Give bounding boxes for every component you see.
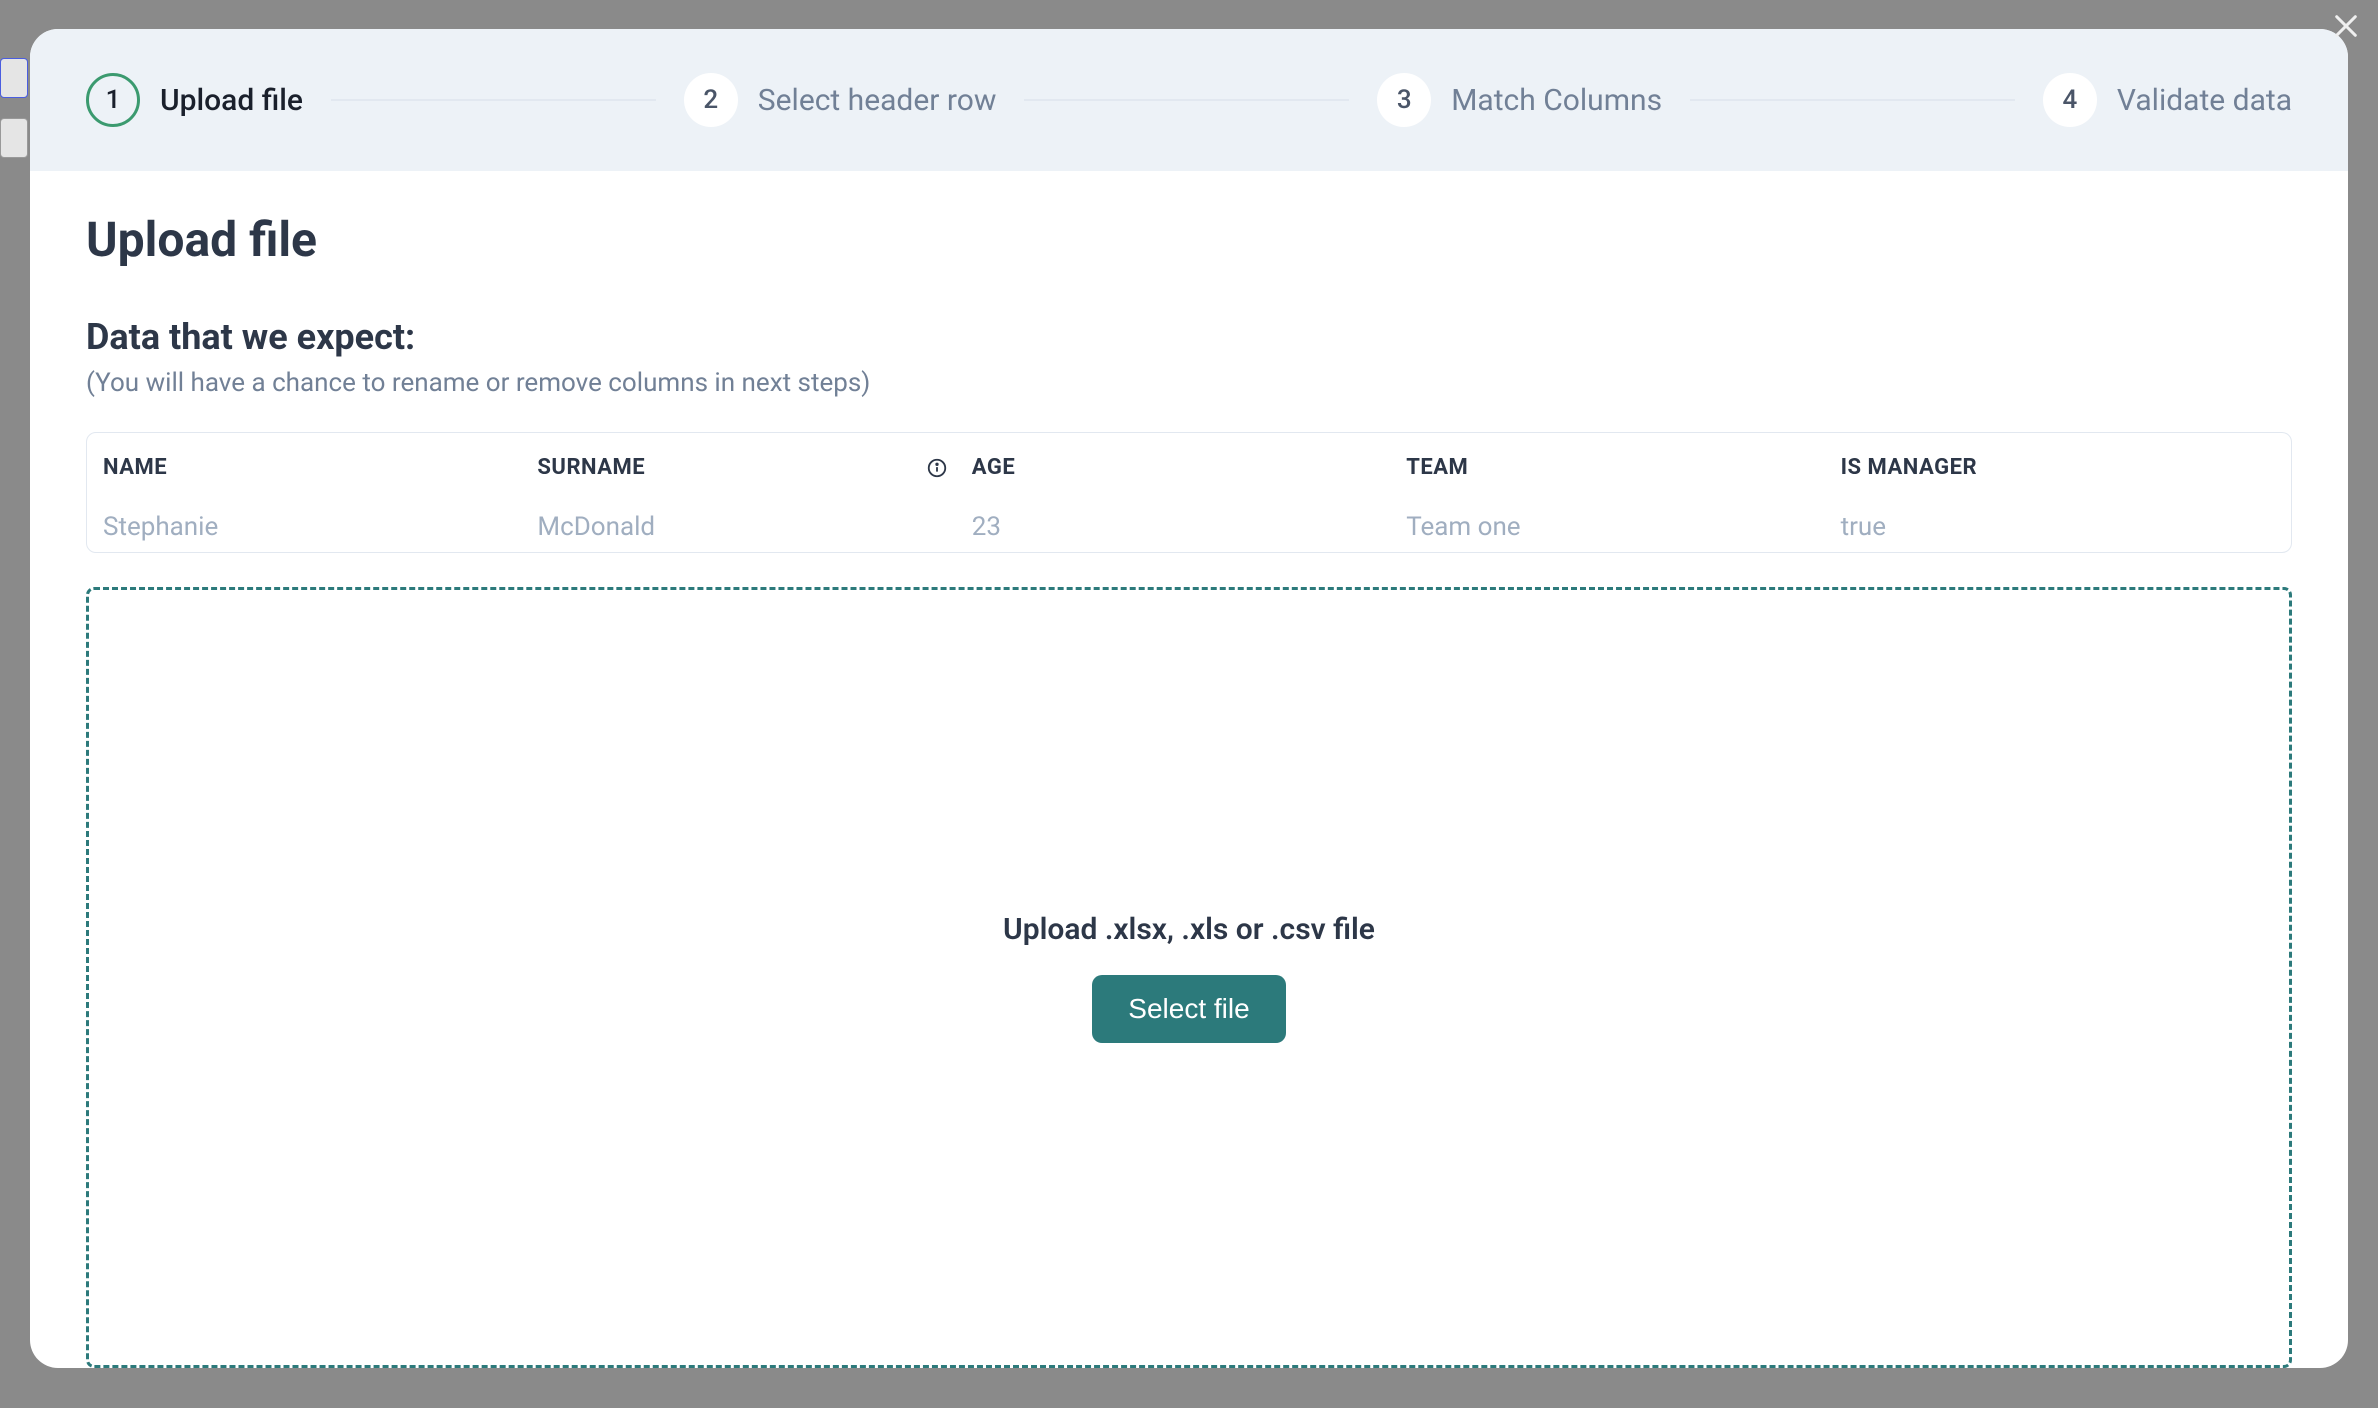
- column-header-name: NAME: [103, 433, 537, 502]
- cell-name: Stephanie: [103, 502, 537, 552]
- header-text: SURNAME: [537, 455, 645, 480]
- header-text: TEAM: [1406, 455, 1468, 480]
- page-title: Upload file: [86, 211, 2292, 268]
- file-dropzone[interactable]: Upload .xlsx, .xls or .csv file Select f…: [86, 587, 2292, 1368]
- column-header-surname: SURNAME: [537, 433, 971, 502]
- stepper: 1 Upload file 2 Select header row 3 Matc…: [30, 29, 2348, 171]
- step-label: Upload file: [160, 83, 303, 118]
- step-match-columns[interactable]: 3 Match Columns: [1377, 73, 1662, 127]
- upload-modal: 1 Upload file 2 Select header row 3 Matc…: [30, 29, 2348, 1368]
- step-number: 4: [2043, 73, 2097, 127]
- background-obscured: [0, 118, 28, 158]
- table-row: Stephanie McDonald 23 Team one true: [87, 502, 2291, 552]
- column-header-is-manager: IS MANAGER: [1841, 433, 2275, 502]
- cell-age: 23: [972, 502, 1406, 552]
- step-label: Match Columns: [1451, 83, 1662, 118]
- info-icon[interactable]: [926, 457, 948, 479]
- cell-surname: McDonald: [537, 502, 971, 552]
- expected-subtitle: (You will have a chance to rename or rem…: [86, 368, 2292, 398]
- column-header-age: AGE: [972, 433, 1406, 502]
- cell-team: Team one: [1406, 502, 1840, 552]
- dropzone-title: Upload .xlsx, .xls or .csv file: [1003, 912, 1375, 947]
- table-header-row: NAME SURNAME AGE TEAM IS MANAGER: [87, 433, 2291, 502]
- expected-table: NAME SURNAME AGE TEAM IS MANAGER: [86, 432, 2292, 553]
- step-number: 3: [1377, 73, 1431, 127]
- expected-title: Data that we expect:: [86, 316, 2292, 358]
- step-upload-file[interactable]: 1 Upload file: [86, 73, 303, 127]
- step-label: Select header row: [758, 83, 997, 118]
- step-label: Validate data: [2117, 83, 2292, 118]
- step-number: 1: [86, 73, 140, 127]
- column-header-team: TEAM: [1406, 433, 1840, 502]
- connector: [1690, 99, 2015, 101]
- step-select-header-row[interactable]: 2 Select header row: [684, 73, 997, 127]
- header-text: AGE: [972, 455, 1015, 480]
- cell-is-manager: true: [1841, 502, 2275, 552]
- step-number: 2: [684, 73, 738, 127]
- connector: [331, 99, 656, 101]
- select-file-button[interactable]: Select file: [1092, 975, 1285, 1043]
- step-validate-data[interactable]: 4 Validate data: [2043, 73, 2292, 127]
- background-obscured: [0, 58, 28, 98]
- close-icon[interactable]: [2332, 10, 2360, 48]
- header-text: NAME: [103, 455, 167, 480]
- connector: [1024, 99, 1349, 101]
- content: Upload file Data that we expect: (You wi…: [30, 171, 2348, 1368]
- header-text: IS MANAGER: [1841, 455, 1977, 480]
